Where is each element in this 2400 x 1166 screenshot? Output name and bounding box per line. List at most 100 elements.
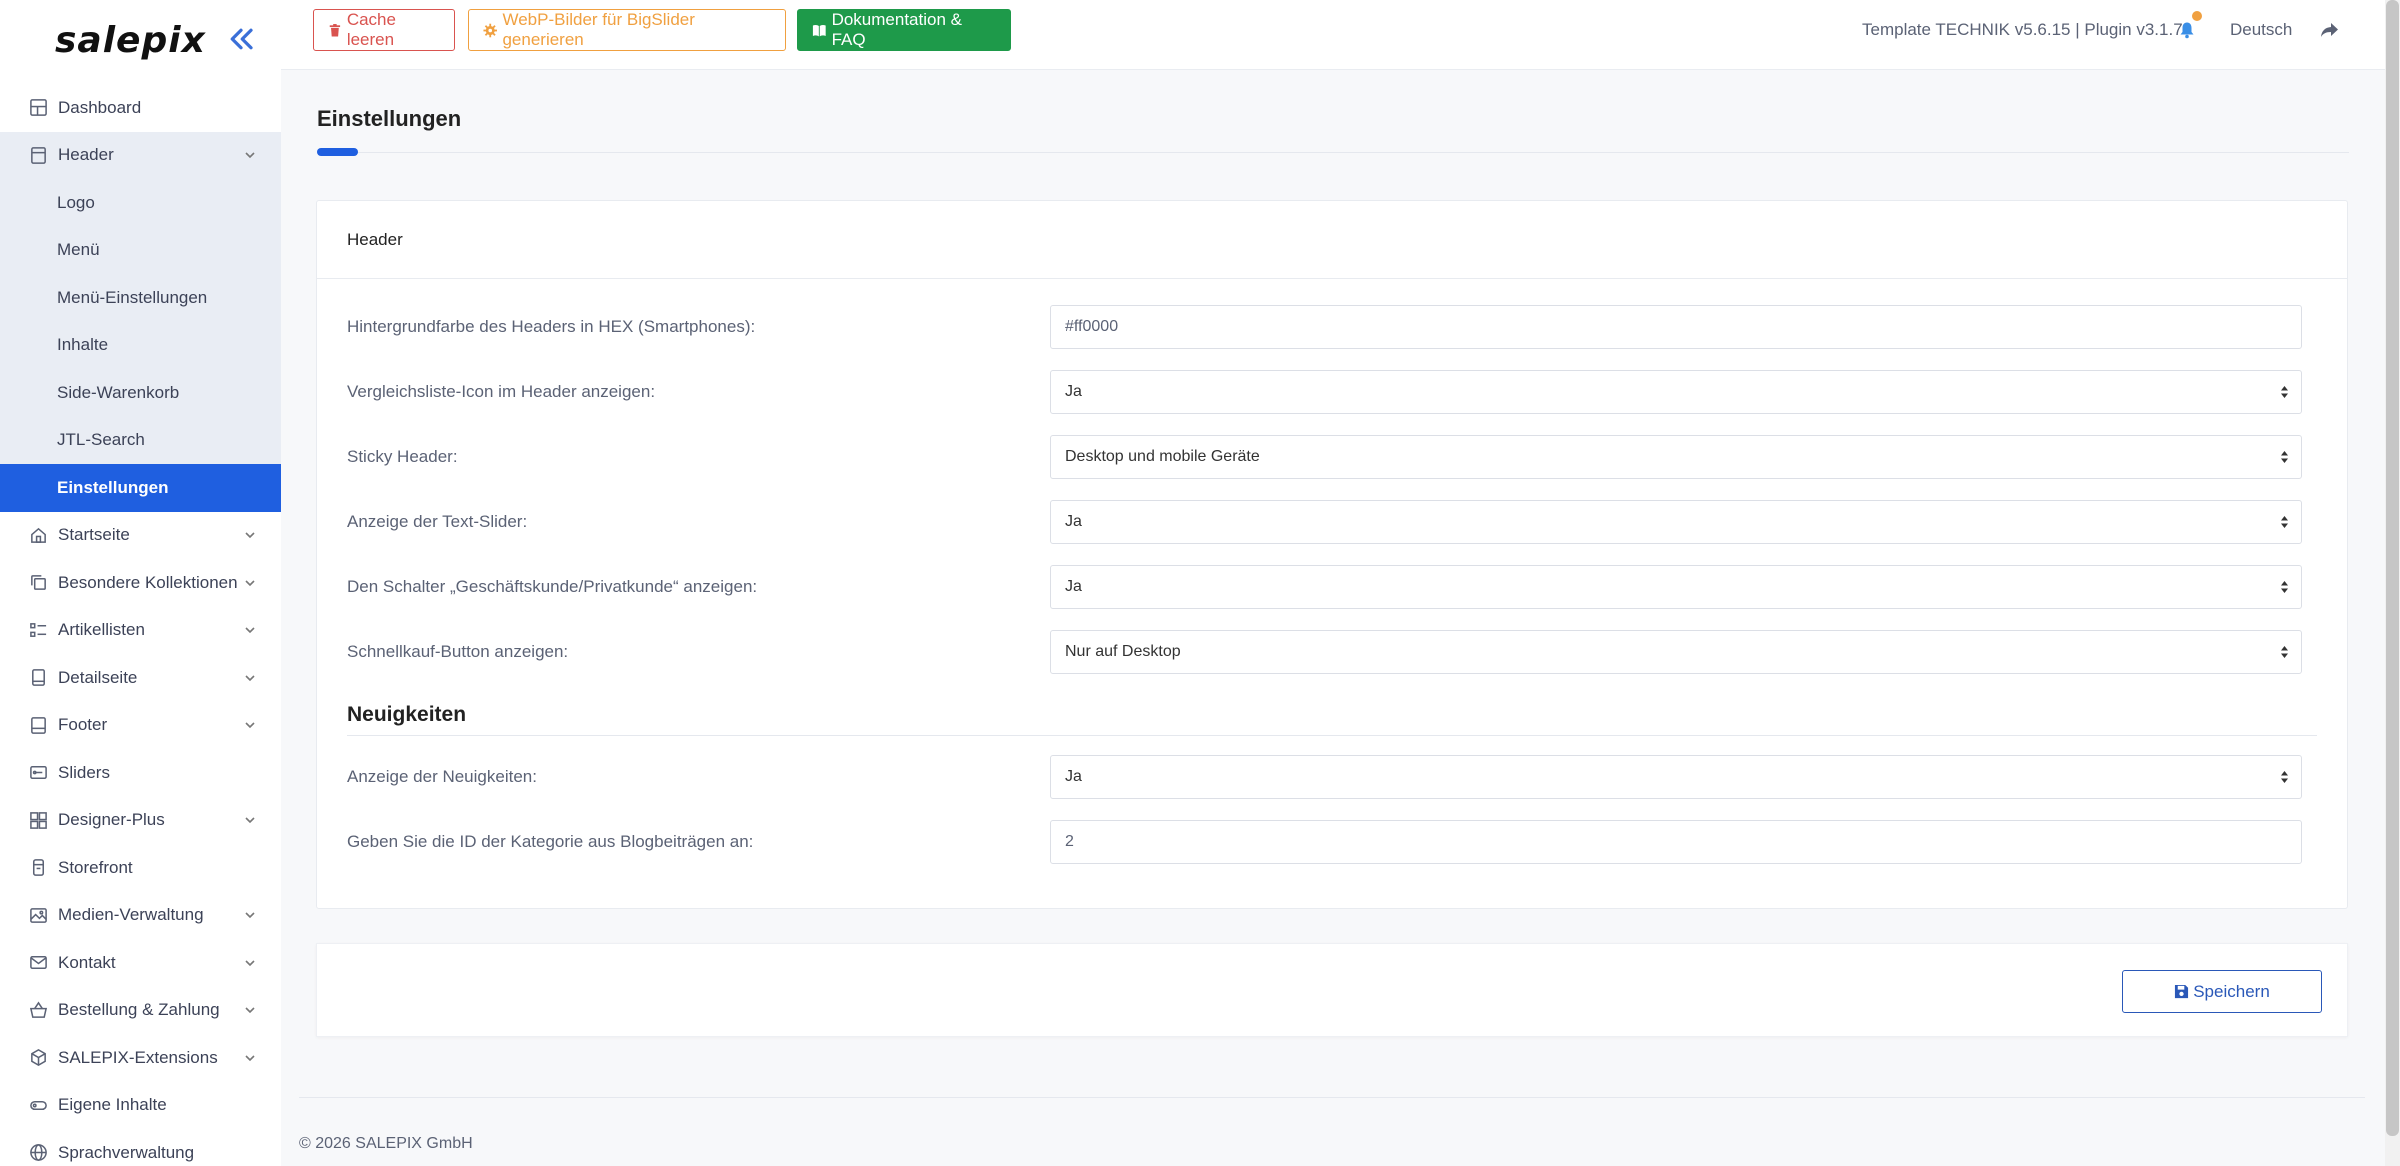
sidebar-item-label: Besondere Kollektionen [58,572,238,592]
collapse-sidebar-icon[interactable] [226,24,256,54]
header-bg-color-input[interactable]: #ff0000 [1050,305,2302,349]
sidebar-item-startseite[interactable]: Startseite [0,512,281,560]
chevron-down-icon [245,817,255,824]
mail-icon [30,956,47,970]
scrollbar-thumb[interactable] [2386,0,2399,1136]
field-label: Sticky Header: [347,447,458,466]
sidebar-subitem-jtl-search[interactable]: JTL-Search [0,417,281,465]
sidebar-item-artikellisten[interactable]: Artikellisten [0,607,281,655]
trash-icon [329,23,341,37]
chevron-down-icon [245,1055,255,1061]
sidebar-subitem-menu[interactable]: Menü [0,227,281,275]
select-arrows-icon [2281,646,2288,658]
collections-icon [31,575,46,591]
field-label: Hintergrundfarbe des Headers in HEX (Sma… [347,317,756,336]
grid-icon [30,811,47,829]
topbar: Cache leeren WebP-Bilder für BigSlider g… [281,0,2385,70]
select-value: Nur auf Desktop [1065,643,1181,660]
sidebar-item-salepix-extensions[interactable]: SALEPIX-Extensions [0,1034,281,1082]
sidebar-nav: Dashboard Header Logo Menü Menü-Einstell… [0,84,281,1166]
field-label: Anzeige der Text-Slider: [347,512,528,531]
chevron-down-icon [245,532,255,539]
sidebar-item-detailseite[interactable]: Detailseite [0,654,281,702]
language-selector[interactable]: Deutsch [2230,0,2292,59]
sticky-header-select[interactable]: Desktop und mobile Geräte [1050,435,2302,479]
sidebar-item-storefront[interactable]: Storefront [0,844,281,892]
sidebar-subitem-einstellungen[interactable]: Einstellungen [0,464,281,512]
chevron-down-icon [245,152,255,159]
blog-category-id-input[interactable]: 2 [1050,820,2302,864]
chevron-down-icon [245,627,255,634]
text-slider-select[interactable]: Ja [1050,500,2302,544]
sidebar-item-sliders[interactable]: Sliders [0,749,281,797]
sidebar-item-besondere-kollektionen[interactable]: Besondere Kollektionen [0,559,281,607]
field-label: Vergleichsliste-Icon im Header anzeigen: [347,382,656,401]
form-row-sticky-header: Sticky Header: Desktop und mobile Geräte [347,435,2302,479]
select-arrows-icon [2281,386,2288,398]
dashboard-icon [30,99,47,117]
sidebar-item-footer[interactable]: Footer [0,702,281,750]
sidebar-item-bestellung-zahlung[interactable]: Bestellung & Zahlung [0,987,281,1035]
sidebar-item-eigene-inhalte[interactable]: Eigene Inhalte [0,1082,281,1130]
sidebar-subitem-menu-einstellungen[interactable]: Menü-Einstellungen [0,274,281,322]
floppy-disk-icon [2175,984,2189,999]
sidebar-item-designer-plus[interactable]: Designer-Plus [0,797,281,845]
quickbuy-button-select[interactable]: Nur auf Desktop [1050,630,2302,674]
sidebar-item-label: Sprachverwaltung [58,1142,195,1162]
sidebar-item-sprachverwaltung[interactable]: Sprachverwaltung [0,1129,281,1166]
share-button[interactable] [2319,0,2341,59]
webp-generate-label: WebP-Bilder für BigSlider generieren [502,10,695,49]
sidebar-item-label: Startseite [58,525,130,545]
customer-switch-select[interactable]: Ja [1050,565,2302,609]
save-button[interactable]: Speichern [2122,970,2322,1013]
basket-icon [29,1001,48,1018]
sidebar-item-label: Header [58,145,114,165]
notifications-button[interactable] [2178,0,2202,59]
book-icon [812,24,826,36]
chevron-down-icon [245,580,255,586]
version-info: Template TECHNIK v5.6.15 | Plugin v3.1.7 [1862,19,2183,39]
header-icon [31,146,46,164]
cache-leeren-button[interactable]: Cache leeren [313,9,455,51]
notification-badge [2192,11,2202,21]
sidebar-item-label: Bestellung & Zahlung [58,1000,220,1020]
sidebar-subitem-inhalte[interactable]: Inhalte [0,322,281,370]
sidebar-item-label: Kontakt [58,952,116,972]
footer-copyright: © 2026 SALEPIX GmbH [299,1135,473,1152]
chevron-down-icon [245,912,255,919]
image-icon [30,907,47,923]
news-display-select[interactable]: Ja [1050,755,2302,799]
sidebar-item-label: Detailseite [58,667,138,687]
dokumentation-faq-button[interactable]: Dokumentation & FAQ [797,9,1011,51]
sidebar-item-dashboard[interactable]: Dashboard [0,84,281,132]
sidebar-item-label: SALEPIX-Extensions [58,1047,218,1067]
card-header: Header [317,201,2347,279]
form-row-header-bg-color: Hintergrundfarbe des Headers in HEX (Sma… [347,305,2302,349]
cache-leeren-label: Cache leeren [346,10,396,49]
select-arrows-icon [2281,581,2288,593]
brand-logo[interactable]: salepix [55,20,206,61]
webp-generate-button[interactable]: WebP-Bilder für BigSlider generieren [468,9,786,51]
chevron-down-icon [245,960,255,966]
form-row-quickbuy-button: Schnellkauf-Button anzeigen: Nur auf Des… [347,630,2302,674]
sidebar-item-label: Eigene Inhalte [58,1095,167,1115]
sidebar-subitem-side-warenkorb[interactable]: Side-Warenkorb [0,369,281,417]
sidebar-item-medien-verwaltung[interactable]: Medien-Verwaltung [0,892,281,940]
page-title: Einstellungen [317,106,462,131]
select-value: Desktop und mobile Geräte [1065,448,1260,465]
form-row-news-display: Anzeige der Neuigkeiten: Ja [347,755,2302,799]
compare-icon-select[interactable]: Ja [1050,370,2302,414]
sidebar-item-kontakt[interactable]: Kontakt [0,939,281,987]
select-value: Ja [1065,383,1082,400]
footer-divider [299,1097,2365,1098]
sidebar-item-label: Designer-Plus [58,810,165,830]
field-label: Schnellkauf-Button anzeigen: [347,642,569,661]
field-label: Den Schalter „Geschäftskunde/Privatkunde… [347,577,758,596]
cube-icon [31,1049,46,1067]
sidebar-subitem-logo[interactable]: Logo [0,179,281,227]
sidebar-item-label: Footer [58,715,108,735]
sidebar-item-header[interactable]: Header [0,132,281,180]
globe-icon [30,1144,47,1162]
dokumentation-faq-label: Dokumentation & FAQ [831,10,962,49]
field-label: Geben Sie die ID der Kategorie aus Blogb… [347,832,754,851]
